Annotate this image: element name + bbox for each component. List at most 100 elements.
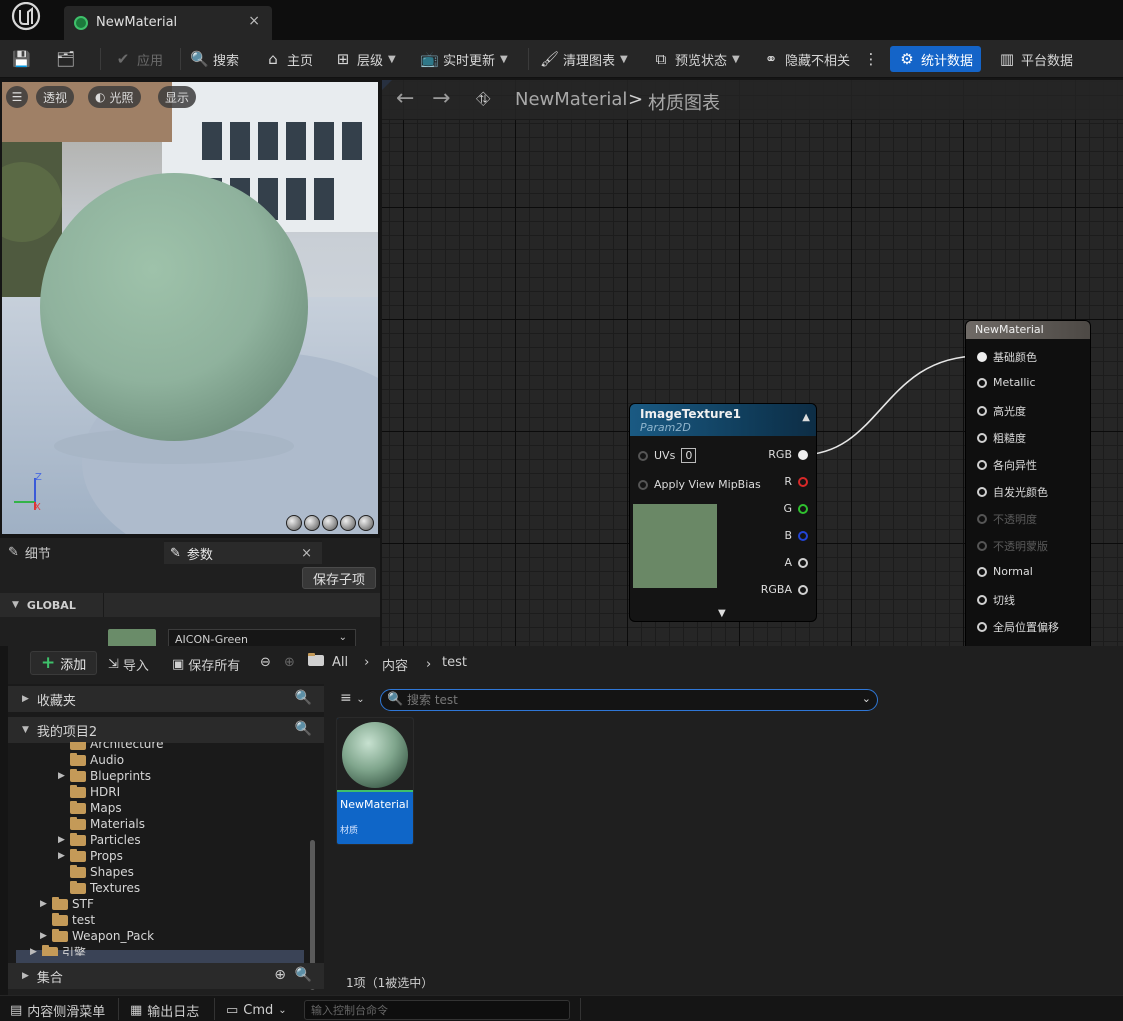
cylinder-shape-icon[interactable] <box>286 515 302 531</box>
search-icon[interactable]: 🔍 <box>295 690 312 706</box>
expand-icon[interactable]: ▼ <box>718 608 726 619</box>
clean-graph-button[interactable]: 🖌 清理图表 ▼ <box>540 46 628 72</box>
sphere-shape-icon[interactable] <box>304 515 320 531</box>
project-header[interactable]: ▼ 我的项目2 🔍 <box>8 717 324 743</box>
tree-folder-hdri[interactable]: HDRI <box>58 784 120 800</box>
custom-mesh-icon[interactable] <box>358 515 374 531</box>
output-pin-rgb[interactable]: RGB <box>768 448 808 461</box>
input-pin-tangent[interactable]: 切线 <box>977 592 1015 608</box>
uvs-input-pin[interactable]: UVs 0 <box>638 448 697 463</box>
output-pin-rgba[interactable]: RGBA <box>761 583 808 596</box>
perspective-button[interactable]: 透视 <box>36 86 75 108</box>
input-pin-normal[interactable]: Normal <box>977 565 1033 578</box>
add-collection-icon[interactable]: ⊕ <box>274 967 286 983</box>
tree-folder-architecture[interactable]: Architecture <box>58 742 163 752</box>
save-child-button[interactable]: 保存子项 <box>301 567 376 589</box>
input-pin-anisotropy[interactable]: 各向异性 <box>977 457 1037 473</box>
filter-button[interactable]: ≡ ⌄ <box>340 690 365 706</box>
stats-button[interactable]: ⚙ 统计数据 <box>890 46 982 72</box>
tree-folder-maps[interactable]: Maps <box>58 800 122 816</box>
path-segment-test[interactable]: test <box>442 655 467 670</box>
aicon-dropdown[interactable]: AICON-Green ⌄ <box>168 629 356 646</box>
tree-folder-textures[interactable]: Textures <box>58 880 140 896</box>
history-back-button[interactable]: ⊖ <box>260 655 271 670</box>
chevron-right-icon[interactable]: ▶ <box>40 899 48 909</box>
input-pin-world-position-offset[interactable]: 全局位置偏移 <box>977 619 1059 635</box>
path-segment-all[interactable]: All › <box>332 655 369 670</box>
favorites-header[interactable]: ▶ 收藏夹 🔍 <box>8 686 324 712</box>
plane-shape-icon[interactable] <box>322 515 338 531</box>
output-pin-b[interactable]: B <box>784 529 808 542</box>
more-options-button[interactable]: ⋮ <box>862 46 880 72</box>
output-pin-g[interactable]: G <box>783 502 808 515</box>
document-tab[interactable]: NewMaterial × <box>64 6 272 40</box>
tree-folder-stf[interactable]: ▶ STF <box>40 896 94 912</box>
browse-button[interactable]: 🗂 <box>56 46 75 72</box>
history-forward-button[interactable]: ⊕ <box>284 655 295 670</box>
output-pin-r[interactable]: R <box>784 475 808 488</box>
live-update-button[interactable]: 📺 实时更新 ▼ <box>420 46 508 72</box>
forward-arrow-icon[interactable]: → <box>432 86 450 111</box>
mipbias-input-pin[interactable]: Apply View MipBias <box>638 478 761 491</box>
chevron-right-icon[interactable]: ▶ <box>58 771 66 781</box>
preview-state-button[interactable]: ⧉ 预览状态 ▼ <box>652 46 740 72</box>
tree-folder-particles[interactable]: ▶ Particles <box>58 832 141 848</box>
cmd-dropdown[interactable]: ▭ Cmd ⌄ <box>226 1000 287 1020</box>
search-icon[interactable]: 🔍 <box>295 721 312 737</box>
material-preview-viewport[interactable]: ☰ 透视 ◐ 光照 显示 Z X <box>2 82 378 534</box>
image-texture-node[interactable]: ImageTexture1 Param2D ▲ UVs 0 Apply View … <box>630 404 816 621</box>
close-tab-icon[interactable]: × <box>301 546 312 561</box>
input-pin-roughness[interactable]: 粗糙度 <box>977 430 1026 446</box>
tree-folder-audio[interactable]: Audio <box>58 752 124 768</box>
console-command-input[interactable] <box>304 1000 570 1020</box>
asset-search-input[interactable] <box>407 692 847 708</box>
material-result-node[interactable]: NewMaterial 基础颜色 Metallic 高光度 粗糙度 各向异性 自… <box>966 321 1090 646</box>
input-pin-emissive[interactable]: 自发光颜色 <box>977 484 1048 500</box>
hide-unrelated-button[interactable]: ⚭ 隐藏不相关 <box>762 46 850 72</box>
hierarchy-button[interactable]: ⊞ 层级 ▼ <box>334 46 396 72</box>
show-button[interactable]: 显示 <box>158 86 197 108</box>
viewport-menu-button[interactable]: ☰ <box>6 86 28 108</box>
tab-parameters[interactable]: ✎ 参数 × <box>164 540 322 564</box>
tree-folder--[interactable]: ▶ 引擎 <box>30 944 86 956</box>
tree-folder-blueprints[interactable]: ▶ Blueprints <box>58 768 151 784</box>
chevron-right-icon[interactable]: ▶ <box>30 947 38 956</box>
search-button[interactable]: 🔍 搜索 <box>190 46 239 72</box>
tree-folder-shapes[interactable]: Shapes <box>58 864 134 880</box>
output-log-button[interactable]: ▦ 输出日志 <box>130 1000 199 1020</box>
tree-folder-test[interactable]: test <box>40 912 95 928</box>
material-graph[interactable]: ← → ⛗ NewMaterial > 材质图表 ImageTexture1 P… <box>382 80 1123 646</box>
tree-folder-weapon-pack[interactable]: ▶ Weapon_Pack <box>40 928 154 944</box>
home-button[interactable]: ⌂ 主页 <box>264 46 313 72</box>
chevron-right-icon[interactable]: ▶ <box>58 851 66 861</box>
lit-button[interactable]: ◐ 光照 <box>88 86 141 108</box>
import-button[interactable]: ⇲ 导入 <box>108 655 149 674</box>
tab-details[interactable]: ✎ 细节 <box>8 540 51 564</box>
input-pin-specular[interactable]: 高光度 <box>977 403 1026 419</box>
output-pin-a[interactable]: A <box>784 556 808 569</box>
cube-shape-icon[interactable] <box>340 515 356 531</box>
breadcrumb-root[interactable]: NewMaterial <box>515 89 627 110</box>
collapse-icon[interactable]: ▲ <box>802 412 810 423</box>
tree-folder-materials[interactable]: Materials <box>58 816 145 832</box>
platform-stats-button[interactable]: ▥ 平台数据 <box>998 46 1073 72</box>
chevron-down-icon[interactable]: ⌄ <box>862 692 871 705</box>
tree-folder-props[interactable]: ▶ Props <box>58 848 123 864</box>
close-tab-icon[interactable]: × <box>248 13 260 29</box>
save-button[interactable]: 💾 <box>12 46 31 72</box>
back-arrow-icon[interactable]: ← <box>396 86 414 111</box>
chevron-right-icon[interactable]: ▶ <box>40 931 48 941</box>
unreal-logo-icon[interactable] <box>6 2 46 34</box>
add-button[interactable]: + 添加 <box>30 651 98 675</box>
uvs-value[interactable]: 0 <box>681 448 697 463</box>
input-pin-metallic[interactable]: Metallic <box>977 376 1036 389</box>
global-category-row[interactable]: ▼ GLOBAL <box>0 593 380 617</box>
search-icon[interactable]: 🔍 <box>295 967 312 983</box>
asset-tile-newmaterial[interactable]: NewMaterial 材质 <box>336 717 414 845</box>
folder-path-icon-button[interactable] <box>308 653 324 666</box>
collections-header[interactable]: ▶ 集合 ⊕ 🔍 <box>8 963 324 989</box>
color-swatch[interactable] <box>108 629 156 646</box>
save-all-button[interactable]: ▣ 保存所有 <box>172 655 240 674</box>
content-drawer-button[interactable]: ▤ 内容侧滑菜单 <box>10 1000 105 1020</box>
input-pin-base-color[interactable]: 基础颜色 <box>977 349 1037 365</box>
